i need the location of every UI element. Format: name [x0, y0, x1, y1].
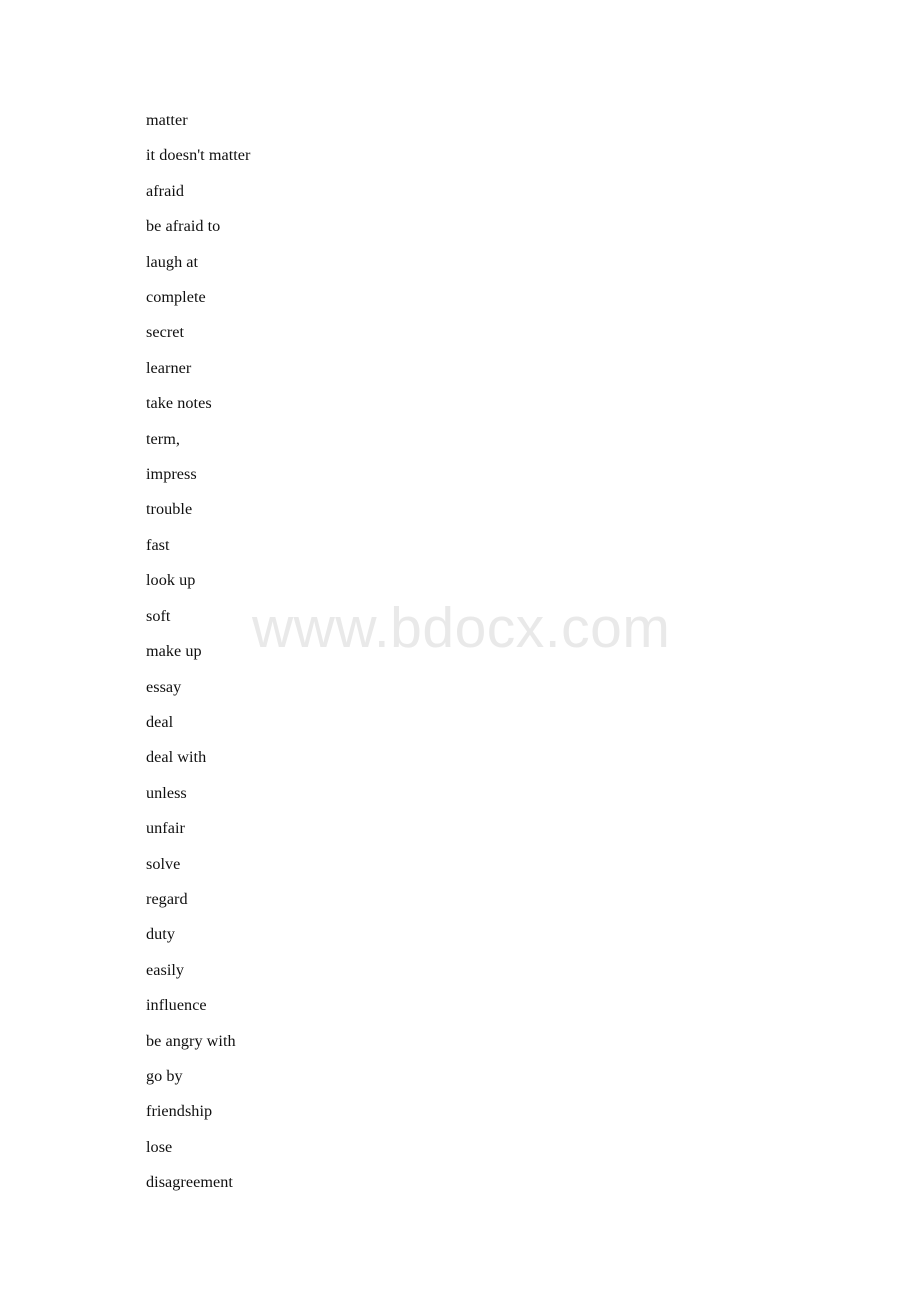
vocabulary-word-list: matter it doesn't matter afraid be afraid t…: [146, 103, 746, 1201]
word-list-item: duty: [146, 925, 175, 944]
word-list-item: deal with: [146, 748, 207, 767]
word-list-item: be angry with: [146, 1031, 236, 1050]
word-list-item: it doesn't matter: [146, 146, 251, 165]
word-list-item: take notes: [146, 394, 212, 413]
word-list-item: fast: [146, 535, 170, 554]
word-list-item: make up: [146, 642, 202, 661]
word-list-item: easily: [146, 960, 185, 979]
word-list-item: learner: [146, 358, 192, 377]
word-list-item: soft: [146, 606, 171, 625]
document-page: www.bdocx.com matter it doesn't matter afr…: [0, 0, 920, 1302]
word-list-item: deal: [146, 712, 174, 731]
word-list-item: matter: [146, 111, 188, 129]
word-list-item: secret: [146, 323, 185, 342]
word-list-item: afraid: [146, 181, 185, 200]
word-list-item: disagreement: [146, 1173, 233, 1192]
word-list-item: complete: [146, 288, 206, 307]
word-list-item: term,: [146, 429, 180, 448]
word-list-item: essay: [146, 677, 182, 696]
word-list-item: friendship: [146, 1102, 213, 1121]
word-list-item: trouble: [146, 500, 193, 519]
word-list-item: be afraid to: [146, 217, 221, 236]
word-list-item: look up: [146, 571, 196, 590]
word-list-item: unfair: [146, 819, 185, 838]
word-list-item: impress: [146, 465, 197, 484]
word-list-item: solve: [146, 854, 181, 873]
word-list-item: influence: [146, 996, 207, 1015]
word-list-item: lose: [146, 1137, 173, 1156]
word-list-item: regard: [146, 889, 188, 908]
word-list-item: unless: [146, 783, 187, 802]
word-list-item: laugh at: [146, 252, 199, 271]
word-list-item: go by: [146, 1066, 183, 1085]
